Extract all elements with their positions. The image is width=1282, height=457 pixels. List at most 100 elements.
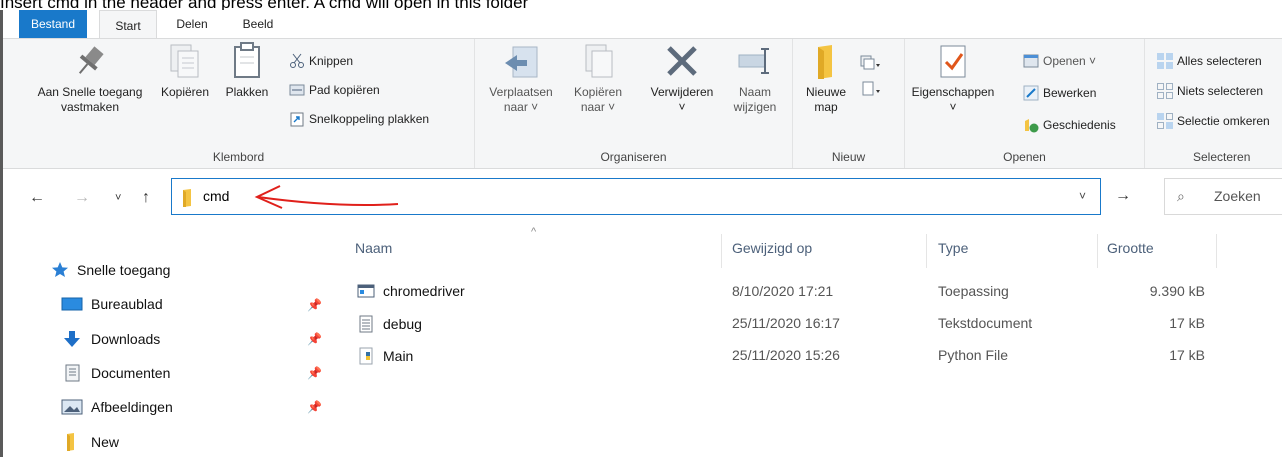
new-item-button[interactable]	[859, 53, 885, 73]
group-label-organize: Organiseren	[600, 150, 667, 164]
python-file-icon	[359, 347, 373, 365]
back-arrow-icon[interactable]: ←	[29, 189, 45, 207]
open-label: Openen ˅	[1043, 54, 1097, 68]
open-button[interactable]: Openen ˅	[1023, 51, 1096, 71]
nav-item-pictures[interactable]: Afbeeldingen	[61, 398, 173, 416]
go-arrow-icon[interactable]: →	[1115, 187, 1131, 205]
copy-to-label: Kopiëren naar ˅	[573, 85, 623, 114]
file-size: 17 kB	[1169, 347, 1205, 363]
copy-path-icon	[289, 84, 305, 96]
column-header-name[interactable]: Naam	[355, 240, 392, 256]
search-box[interactable]: ⌕ Zoeken	[1164, 178, 1282, 215]
column-divider[interactable]	[1097, 234, 1098, 268]
folder-icon	[183, 189, 191, 207]
group-organize: Verplaatsen naar ˅ Kopiëren naar ˅ Verwi…	[475, 39, 793, 168]
delete-button[interactable]: Verwijderen ˅	[639, 41, 725, 115]
paste-shortcut-button[interactable]: Snelkoppeling plakken	[289, 109, 429, 129]
file-name-cell: Main	[357, 347, 413, 365]
file-modified: 25/11/2020 16:17	[732, 315, 840, 331]
pin-icon[interactable]: 📌	[307, 400, 322, 414]
file-size: 17 kB	[1169, 315, 1205, 331]
nav-item-documents[interactable]: Documenten	[61, 364, 170, 382]
file-list: ^ Naam Gewijzigd op Type Grootte chromed…	[333, 226, 1282, 457]
ribbon-tabs: Bestand Start Delen Beeld	[3, 10, 1282, 40]
pin-icon[interactable]: 📌	[307, 332, 322, 346]
folder-icon	[67, 433, 74, 451]
easy-access-icon	[862, 81, 880, 96]
up-arrow-icon[interactable]: ↑	[142, 189, 150, 207]
copy-to-button[interactable]: Kopiëren naar ˅	[565, 41, 631, 115]
column-header-modified[interactable]: Gewijzigd op	[732, 240, 812, 256]
file-modified: 25/11/2020 15:26	[732, 347, 840, 363]
star-icon	[52, 262, 68, 277]
nav-quick-access-label: Snelle toegang	[77, 262, 171, 278]
group-label-clipboard: Klembord	[212, 150, 265, 164]
file-name-cell: debug	[357, 315, 422, 333]
desktop-icon	[61, 297, 83, 311]
nav-item-label: Bureaublad	[91, 296, 163, 312]
address-bar[interactable]: cmd ˅	[171, 178, 1101, 215]
tab-start[interactable]: Start	[99, 10, 157, 40]
table-row[interactable]: chromedriver 8/10/2020 17:21 Toepassing …	[333, 281, 1282, 305]
file-name: debug	[383, 316, 422, 332]
search-placeholder: Zoeken	[1214, 188, 1261, 204]
group-label-open: Openen	[1003, 150, 1046, 164]
properties-button[interactable]: Eigenschappen ˅	[909, 41, 997, 115]
file-name: chromedriver	[383, 283, 465, 299]
open-icon	[1023, 54, 1039, 68]
pin-quick-access-button[interactable]: Aan Snelle toegang vastmaken	[20, 41, 160, 115]
file-modified: 8/10/2020 17:21	[732, 283, 834, 299]
invert-selection-button[interactable]: Selectie omkeren	[1157, 111, 1270, 131]
nav-item-new-folder[interactable]: New	[61, 433, 119, 451]
group-select: Alles selecteren Niets selecteren Select…	[1145, 39, 1282, 168]
download-icon	[64, 331, 80, 347]
column-divider[interactable]	[926, 234, 927, 268]
column-header-size[interactable]: Grootte	[1107, 240, 1154, 256]
select-none-icon	[1157, 83, 1173, 99]
group-label-select: Selecteren	[1193, 150, 1251, 164]
nav-quick-access[interactable]: Snelle toegang	[51, 261, 170, 279]
history-button[interactable]: Geschiedenis	[1023, 115, 1116, 135]
tab-file[interactable]: Bestand	[19, 10, 87, 38]
new-folder-icon	[818, 45, 832, 79]
select-none-button[interactable]: Niets selecteren	[1157, 81, 1263, 101]
column-divider[interactable]	[721, 234, 722, 268]
nav-item-label: Documenten	[91, 365, 171, 381]
rename-button[interactable]: Naam wijzigen	[725, 41, 785, 115]
forward-arrow-icon[interactable]: →	[74, 189, 90, 207]
recent-locations-chevron-icon[interactable]: ˅	[115, 192, 121, 204]
file-name-cell: chromedriver	[357, 283, 465, 299]
copy-button[interactable]: Kopiëren	[156, 41, 214, 100]
paste-label: Plakken	[225, 85, 269, 99]
address-path[interactable]: cmd	[203, 188, 229, 204]
table-row[interactable]: debug 25/11/2020 16:17 Tekstdocument 17 …	[333, 313, 1282, 337]
paste-button[interactable]: Plakken	[213, 41, 281, 100]
nav-item-downloads[interactable]: Downloads	[61, 330, 160, 348]
delete-x-icon	[667, 46, 697, 76]
nav-item-desktop[interactable]: Bureaublad	[61, 296, 163, 312]
column-header-type[interactable]: Type	[938, 240, 968, 256]
move-to-button[interactable]: Verplaatsen naar ˅	[483, 41, 559, 115]
table-row[interactable]: Main 25/11/2020 15:26 Python File 17 kB	[333, 345, 1282, 369]
select-all-button[interactable]: Alles selecteren	[1157, 51, 1262, 71]
cut-button[interactable]: Knippen	[289, 51, 353, 71]
ribbon: Aan Snelle toegang vastmaken Kopiëren Pl…	[3, 38, 1282, 169]
edit-button[interactable]: Bewerken	[1023, 83, 1096, 103]
tab-view[interactable]: Beeld	[229, 10, 287, 38]
properties-icon	[940, 45, 966, 78]
copy-path-button[interactable]: Pad kopiëren	[289, 80, 380, 100]
new-folder-button[interactable]: Nieuwe map	[797, 41, 855, 115]
easy-access-button[interactable]	[859, 79, 885, 99]
nav-item-label: Afbeeldingen	[91, 399, 173, 415]
edit-icon	[1023, 85, 1039, 101]
tab-share[interactable]: Delen	[165, 10, 219, 38]
file-type: Tekstdocument	[938, 315, 1033, 331]
documents-icon	[65, 364, 80, 382]
column-divider[interactable]	[1216, 234, 1217, 268]
navigation-pane: Snelle toegang Bureaublad 📌 Downloads 📌 …	[3, 228, 333, 457]
address-dropdown-chevron-icon[interactable]: ˅	[1079, 189, 1086, 203]
navigation-bar: ← → ˅ ↑ cmd ˅ → ⌕ Zoeken	[3, 170, 1282, 228]
pin-icon[interactable]: 📌	[307, 366, 322, 380]
pin-icon[interactable]: 📌	[307, 298, 322, 312]
nav-item-label: Downloads	[91, 331, 161, 347]
